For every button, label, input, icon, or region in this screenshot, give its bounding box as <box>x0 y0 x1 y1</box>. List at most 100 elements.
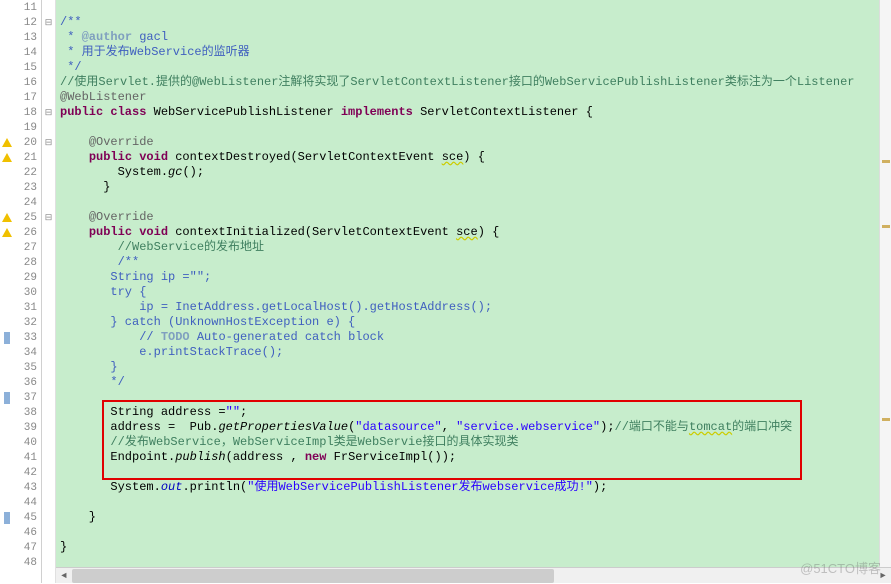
code-line[interactable]: // TODO Auto-generated catch block <box>56 330 891 345</box>
code-line[interactable]: e.printStackTrace(); <box>56 345 891 360</box>
code-line[interactable]: /** <box>56 255 891 270</box>
token: //发布WebService，WebServiceImpl类是WebServie… <box>110 435 518 449</box>
scroll-left-arrow[interactable]: ◄ <box>56 568 72 584</box>
line-number[interactable]: 24 <box>14 197 41 209</box>
line-number[interactable]: 23 <box>14 182 41 194</box>
fold-toggle[interactable]: ⊟ <box>42 210 55 225</box>
token: ServletContextListener { <box>420 105 593 119</box>
line-number[interactable]: 37 <box>14 392 41 404</box>
fold-toggle <box>42 345 55 360</box>
line-number[interactable]: 22 <box>14 167 41 179</box>
code-area[interactable]: /** * @author gacl * 用于发布WebService的监听器 … <box>56 0 891 583</box>
code-line[interactable]: /** <box>56 15 891 30</box>
code-line[interactable]: System.out.println("使用WebServicePublishL… <box>56 480 891 495</box>
code-line[interactable] <box>56 525 891 540</box>
token: "使用WebServicePublishListener发布webservice… <box>247 480 593 494</box>
line-number[interactable]: 36 <box>14 377 41 389</box>
code-line[interactable]: String ip =""; <box>56 270 891 285</box>
line-number[interactable]: 11 <box>14 2 41 14</box>
line-number[interactable]: 34 <box>14 347 41 359</box>
line-number[interactable]: 20 <box>14 137 41 149</box>
code-line[interactable] <box>56 495 891 510</box>
token: //使用Servlet.提供的@WebListener注解将实现了Servlet… <box>60 75 855 89</box>
code-line[interactable]: @Override <box>56 135 891 150</box>
code-line[interactable] <box>56 195 891 210</box>
code-line[interactable]: System.gc(); <box>56 165 891 180</box>
scroll-thumb[interactable] <box>72 569 554 583</box>
code-line[interactable] <box>56 120 891 135</box>
line-number[interactable]: 15 <box>14 62 41 74</box>
code-line[interactable]: * @author gacl <box>56 30 891 45</box>
fold-toggle[interactable]: ⊟ <box>42 15 55 30</box>
code-line[interactable]: public void contextInitialized(ServletCo… <box>56 225 891 240</box>
line-number[interactable]: 12 <box>14 17 41 29</box>
line-number[interactable]: 32 <box>14 317 41 329</box>
code-line[interactable]: * 用于发布WebService的监听器 <box>56 45 891 60</box>
line-number[interactable]: 14 <box>14 47 41 59</box>
code-line[interactable]: //WebService的发布地址 <box>56 240 891 255</box>
horizontal-scrollbar[interactable]: ◄ ► <box>56 567 891 583</box>
line-number[interactable]: 42 <box>14 467 41 479</box>
line-number[interactable]: 40 <box>14 437 41 449</box>
token: address = Pub. <box>60 420 218 434</box>
code-line[interactable]: ip = InetAddress.getLocalHost().getHostA… <box>56 300 891 315</box>
code-line[interactable]: //使用Servlet.提供的@WebListener注解将实现了Servlet… <box>56 75 891 90</box>
code-line[interactable]: @Override <box>56 210 891 225</box>
scroll-track[interactable] <box>72 569 875 583</box>
line-number[interactable]: 17 <box>14 92 41 104</box>
fold-toggle <box>42 420 55 435</box>
fold-toggle[interactable]: ⊟ <box>42 135 55 150</box>
code-line[interactable]: @WebListener <box>56 90 891 105</box>
line-number[interactable]: 48 <box>14 557 41 569</box>
line-number[interactable]: 39 <box>14 422 41 434</box>
code-line[interactable]: } <box>56 510 891 525</box>
code-line[interactable]: } <box>56 360 891 375</box>
token: gc <box>168 165 182 179</box>
code-line[interactable]: } catch (UnknownHostException e) { <box>56 315 891 330</box>
warning-icon[interactable] <box>2 153 12 162</box>
line-number[interactable]: 38 <box>14 407 41 419</box>
code-line[interactable]: address = Pub.getPropertiesValue("dataso… <box>56 420 891 435</box>
code-line[interactable] <box>56 390 891 405</box>
fold-toggle <box>42 0 55 15</box>
code-line[interactable]: Endpoint.publish(address , new FrService… <box>56 450 891 465</box>
line-number[interactable]: 28 <box>14 257 41 269</box>
line-number[interactable]: 45 <box>14 512 41 524</box>
code-line[interactable]: public void contextDestroyed(ServletCont… <box>56 150 891 165</box>
code-line[interactable]: */ <box>56 60 891 75</box>
code-line[interactable]: try { <box>56 285 891 300</box>
line-number[interactable]: 41 <box>14 452 41 464</box>
line-number[interactable]: 33 <box>14 332 41 344</box>
code-line[interactable]: */ <box>56 375 891 390</box>
code-line[interactable]: } <box>56 180 891 195</box>
change-marker-icon <box>4 392 10 404</box>
code-line[interactable]: //发布WebService，WebServiceImpl类是WebServie… <box>56 435 891 450</box>
line-number[interactable]: 26 <box>14 227 41 239</box>
line-number[interactable]: 46 <box>14 527 41 539</box>
line-number[interactable]: 31 <box>14 302 41 314</box>
line-number[interactable]: 13 <box>14 32 41 44</box>
line-number[interactable]: 47 <box>14 542 41 554</box>
token <box>60 150 89 164</box>
line-number[interactable]: 16 <box>14 77 41 89</box>
warning-icon[interactable] <box>2 138 12 147</box>
token: (); <box>182 165 204 179</box>
warning-icon[interactable] <box>2 228 12 237</box>
line-number[interactable]: 35 <box>14 362 41 374</box>
line-number[interactable]: 25 <box>14 212 41 224</box>
line-number[interactable]: 30 <box>14 287 41 299</box>
code-line[interactable]: } <box>56 540 891 555</box>
line-number[interactable]: 29 <box>14 272 41 284</box>
line-number[interactable]: 27 <box>14 242 41 254</box>
fold-toggle[interactable]: ⊟ <box>42 105 55 120</box>
line-number[interactable]: 43 <box>14 482 41 494</box>
line-number[interactable]: 44 <box>14 497 41 509</box>
code-line[interactable]: String address =""; <box>56 405 891 420</box>
code-line[interactable]: public class WebServicePublishListener i… <box>56 105 891 120</box>
warning-icon[interactable] <box>2 213 12 222</box>
line-number[interactable]: 18 <box>14 107 41 119</box>
line-number[interactable]: 21 <box>14 152 41 164</box>
line-number[interactable]: 19 <box>14 122 41 134</box>
code-line[interactable] <box>56 465 891 480</box>
code-line[interactable] <box>56 0 891 15</box>
